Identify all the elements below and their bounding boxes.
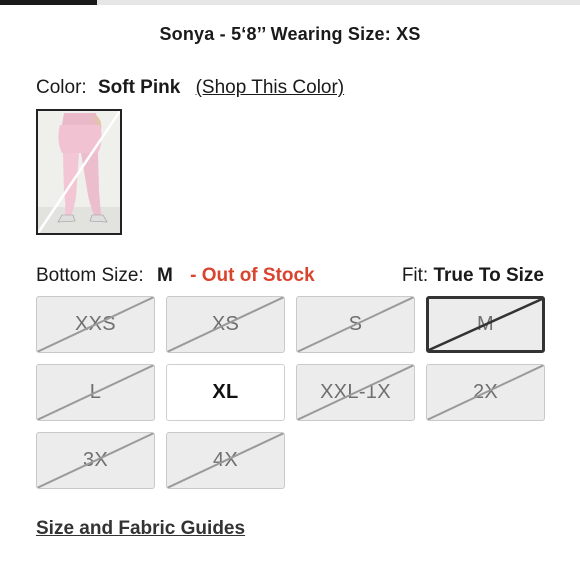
bottom-size-label: Bottom Size: [36, 265, 144, 286]
size-option-xxl-1x[interactable]: XXL-1X [296, 364, 415, 421]
unavailable-strike-line [297, 297, 414, 352]
unavailable-strike-line [429, 299, 542, 350]
fit-info: Fit: True To Size [402, 265, 544, 287]
unavailable-strike-line [297, 365, 414, 420]
size-option-3x[interactable]: 3X [36, 432, 155, 489]
selected-size-value: M [157, 265, 173, 286]
size-option-2x[interactable]: 2X [426, 364, 545, 421]
color-label: Color: [36, 77, 87, 98]
unavailable-strike-line [37, 297, 154, 352]
fit-label: Fit: [401, 265, 429, 286]
unavailable-strike-line [427, 365, 544, 420]
size-option-label: XL [212, 381, 239, 403]
unavailable-strike-line [167, 433, 284, 488]
model-info: Sonya - 5‘8’’ Wearing Size: XS [159, 24, 421, 44]
size-header: Bottom Size: M - Out of Stock Fit: True … [36, 265, 544, 289]
unavailable-strike-line [37, 433, 154, 488]
fit-value: True To Size [433, 265, 544, 286]
carousel-progress-fill [0, 0, 97, 5]
size-option-s[interactable]: S [296, 296, 415, 353]
size-and-fabric-guides-link[interactable]: Size and Fabric Guides [36, 518, 245, 540]
unavailable-strike-line [37, 365, 154, 420]
size-option-xl[interactable]: XL [166, 364, 285, 421]
leggings-photo-image [38, 111, 120, 233]
unavailable-strike-line [167, 297, 284, 352]
color-swatch-soft-pink[interactable] [36, 109, 122, 235]
carousel-progress-track [0, 0, 580, 5]
stock-status: - Out of Stock [190, 265, 315, 286]
size-option-m[interactable]: M [426, 296, 545, 353]
size-option-xxs[interactable]: XXS [36, 296, 155, 353]
size-option-l[interactable]: L [36, 364, 155, 421]
size-option-4x[interactable]: 4X [166, 432, 285, 489]
shop-this-color-link[interactable]: (Shop This Color) [196, 77, 345, 98]
size-option-xs[interactable]: XS [166, 296, 285, 353]
color-row: Color: Soft Pink (Shop This Color) [36, 77, 344, 99]
color-name: Soft Pink [97, 77, 181, 98]
